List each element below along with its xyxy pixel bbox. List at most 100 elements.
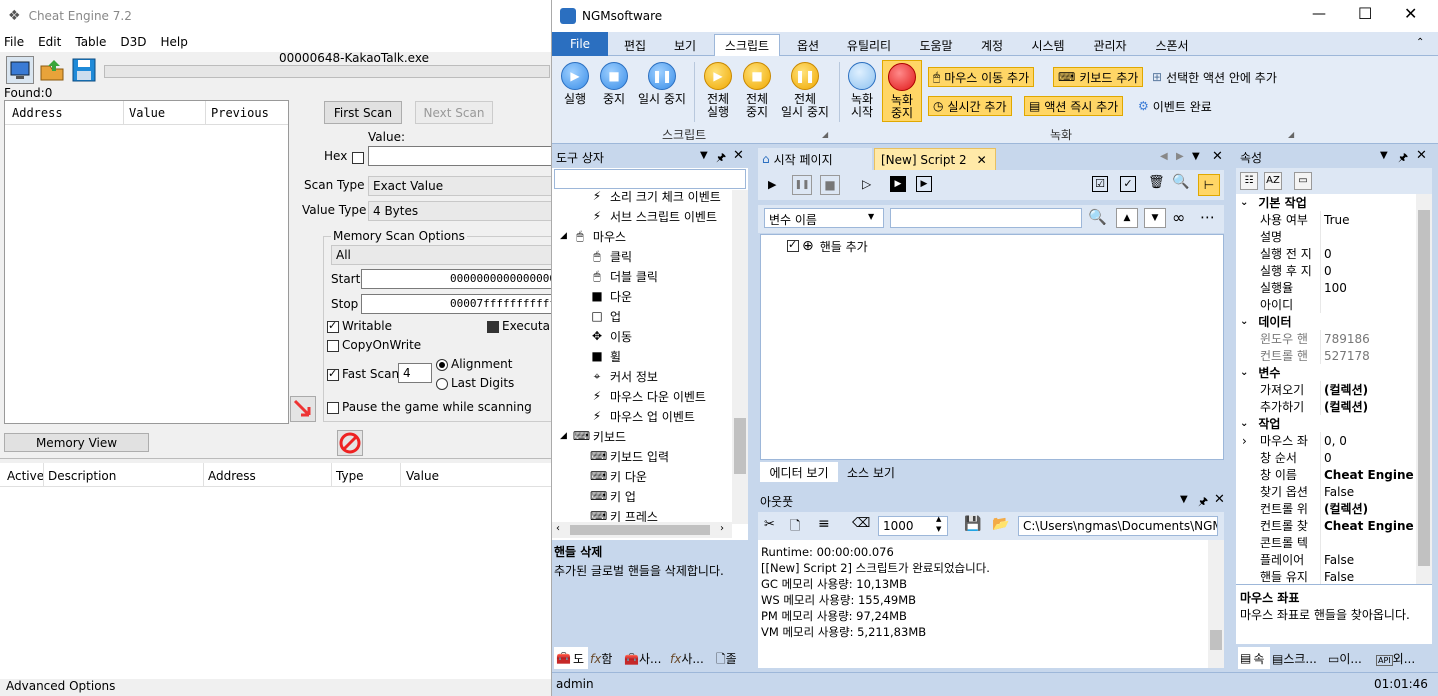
property-category[interactable]: ⌄ 기본 작업 [1236, 194, 1307, 211]
stop-address-input[interactable]: 00007fffffffffff [361, 294, 551, 314]
add-keyboard-button[interactable]: ⌨ 키보드 추가 [1053, 67, 1144, 87]
expand-icon[interactable]: › [1242, 434, 1247, 448]
scan-type-select[interactable]: Exact Value [368, 176, 551, 196]
tab-functions[interactable]: fx함 [590, 650, 612, 667]
output-pin-icon[interactable]: 🖈 [1198, 493, 1208, 512]
toolbox-search-input[interactable] [554, 169, 746, 189]
add-realtime-button[interactable]: ◷ 실시간 추가 [928, 96, 1012, 116]
output-close-icon[interactable]: ✕ [1214, 492, 1225, 507]
output-dropdown-icon[interactable]: ▼ [1180, 494, 1188, 505]
variable-name-select[interactable]: 변수 이름 [764, 208, 884, 228]
property-category[interactable]: ⌄ 데이터 [1236, 313, 1292, 330]
collapse-icon[interactable]: ⌄ [1240, 367, 1248, 378]
tab-view[interactable]: 보기 [664, 34, 706, 56]
menu-edit[interactable]: Edit [38, 35, 61, 49]
property-row[interactable]: 설명 [1236, 228, 1416, 245]
tab-account[interactable]: 계정 [972, 34, 1012, 56]
executable-checkbox[interactable] [487, 320, 499, 333]
pause-checkbox[interactable] [327, 401, 339, 414]
output-scroll-thumb[interactable] [1210, 630, 1222, 650]
variable-search-input[interactable] [890, 208, 1082, 228]
toolbox-item[interactable]: ⌨ 키 다운 [590, 466, 647, 486]
tab-admin[interactable]: 관리자 [1084, 34, 1136, 56]
collapse-icon[interactable]: ⌄ [1240, 316, 1248, 327]
property-scroll-thumb[interactable] [1418, 210, 1430, 566]
property-row[interactable]: 컨트롤 찾 Cheat Engine 7.2 [1236, 517, 1416, 534]
advanced-options[interactable]: Advanced Options [6, 679, 115, 693]
toolbox-close-icon[interactable]: ✕ [733, 148, 744, 163]
collapse-icon[interactable]: ⌄ [1240, 418, 1248, 429]
prev-result-icon[interactable]: ▲ [1116, 208, 1138, 228]
hex-checkbox[interactable] [352, 151, 364, 164]
eraser-icon[interactable]: ⌫ [852, 516, 870, 531]
save-log-icon[interactable]: 💾 [964, 516, 981, 532]
tab-help[interactable]: 도움말 [910, 34, 962, 56]
record-stop-button[interactable]: 녹화 중지 [882, 60, 922, 122]
toolbox-item[interactable]: ◢ 🖱 마우스 [560, 226, 626, 246]
property-row[interactable]: 실행 전 지 0 [1236, 245, 1416, 262]
loop-icon[interactable]: ∞ [1172, 208, 1185, 227]
property-value[interactable]: 0 [1320, 264, 1332, 278]
menu-d3d[interactable]: D3D [120, 35, 146, 49]
tab-scroll-left-icon[interactable]: ◀ [1160, 151, 1168, 162]
property-row[interactable]: 윈도우 핸 789186 [1236, 330, 1416, 347]
run-all-button[interactable]: ▶ 전체 실행 [698, 62, 738, 119]
pause-script-icon[interactable]: ❚❚ [792, 175, 812, 195]
header-value[interactable]: Value [129, 106, 165, 120]
script-group-launcher-icon[interactable]: ◢ [822, 130, 828, 139]
spin-up-icon[interactable]: ▲ [936, 515, 941, 523]
property-row[interactable]: 추가하기 (컬렉션) [1236, 398, 1416, 415]
property-row[interactable]: 핸들 유지 False [1236, 568, 1416, 585]
tab-file[interactable]: File [552, 32, 608, 56]
tab-sponsor[interactable]: 스폰서 [1146, 34, 1198, 56]
property-row[interactable]: 창 순서 0 [1236, 449, 1416, 466]
check-icon[interactable]: ✓ [1120, 176, 1136, 192]
minimize-icon[interactable]: — [1312, 6, 1326, 22]
header-description[interactable]: Description [48, 469, 116, 483]
property-row[interactable]: 사용 여부 True [1236, 211, 1416, 228]
toolbox-vscroll-thumb[interactable] [734, 418, 746, 474]
property-value[interactable]: Cheat Engine 7.2 [1320, 519, 1416, 533]
pause-option[interactable]: Pause the game while scanning [327, 400, 532, 414]
variable-dropdown-icon[interactable]: ▼ [868, 212, 874, 221]
toolbox-item[interactable]: ◢ ⌨ 키보드 [560, 426, 626, 446]
toolbox-hscrollbar[interactable]: ‹ › [552, 522, 732, 538]
pause-all-button[interactable]: ❚❚ 전체 일시 중지 [776, 62, 834, 119]
property-row[interactable]: 컨트롤 핸 527178 [1236, 347, 1416, 364]
script-tree[interactable]: ⊕ 핸들 추가 [760, 234, 1224, 460]
property-value[interactable]: False [1320, 570, 1354, 584]
add-mouse-move-button[interactable]: 🖱 마우스 이동 추가 [928, 67, 1035, 87]
property-category[interactable]: ⌄ 변수 [1236, 364, 1280, 381]
toolbox-item[interactable]: ■ 휠 [590, 346, 621, 366]
tab-external-api[interactable]: API 외... [1376, 650, 1415, 667]
add-in-action-button[interactable]: ⊞ 선택한 액션 안에 추가 [1148, 67, 1281, 87]
alphabetical-icon[interactable]: AZ [1264, 172, 1282, 190]
output-path[interactable]: C:\Users\ngmas\Documents\NGM6\ [1018, 516, 1218, 536]
header-active[interactable]: Active [7, 469, 44, 483]
property-grid[interactable]: ⌄ 기본 작업 사용 여부 True 설명 실행 전 지 0 실행 후 지 0 실행율 100 아이디… [1236, 194, 1432, 584]
tab-images[interactable]: ▭이... [1328, 650, 1362, 667]
toolbox-item[interactable]: ⚡ 서브 스크립트 이벤트 [590, 206, 717, 226]
more-icon[interactable]: ⋯ [1200, 208, 1215, 226]
property-value[interactable]: False [1320, 553, 1354, 567]
tab-toolbox[interactable]: 🧰 도 [554, 647, 588, 669]
toolbox-item[interactable]: ⚡ 마우스 다운 이벤트 [590, 386, 706, 406]
writable-option[interactable]: Writable [327, 319, 392, 333]
property-row[interactable]: 찾기 옵션 False [1236, 483, 1416, 500]
search-icon[interactable]: 🔍 [1088, 208, 1107, 226]
properties-dropdown-icon[interactable]: ▼ [1380, 150, 1388, 161]
pause-button[interactable]: ❚❚ 일시 중지 [634, 62, 690, 106]
toolbox-item[interactable]: ⚡ 마우스 업 이벤트 [590, 406, 695, 426]
property-value[interactable]: 527178 [1320, 349, 1370, 363]
value-type-select[interactable]: 4 Bytes [368, 201, 551, 221]
start-address-input[interactable]: 0000000000000000 [361, 269, 551, 289]
header-previous[interactable]: Previous [211, 106, 269, 120]
toolbox-item[interactable]: ⚡ 소리 크기 체크 이벤트 [590, 190, 721, 206]
tab-new-script-2[interactable]: [New] Script 2 ✕ [874, 148, 996, 170]
tab-edit[interactable]: 편집 [614, 34, 656, 56]
toolbox-item[interactable]: ⌨ 키보드 입력 [590, 446, 669, 466]
header-address[interactable]: Address [12, 106, 63, 120]
expand-arrow-icon[interactable]: ◢ [560, 431, 567, 441]
tab-options[interactable]: 옵션 [788, 34, 828, 56]
clear-output-icon[interactable]: ✂ [764, 517, 775, 532]
